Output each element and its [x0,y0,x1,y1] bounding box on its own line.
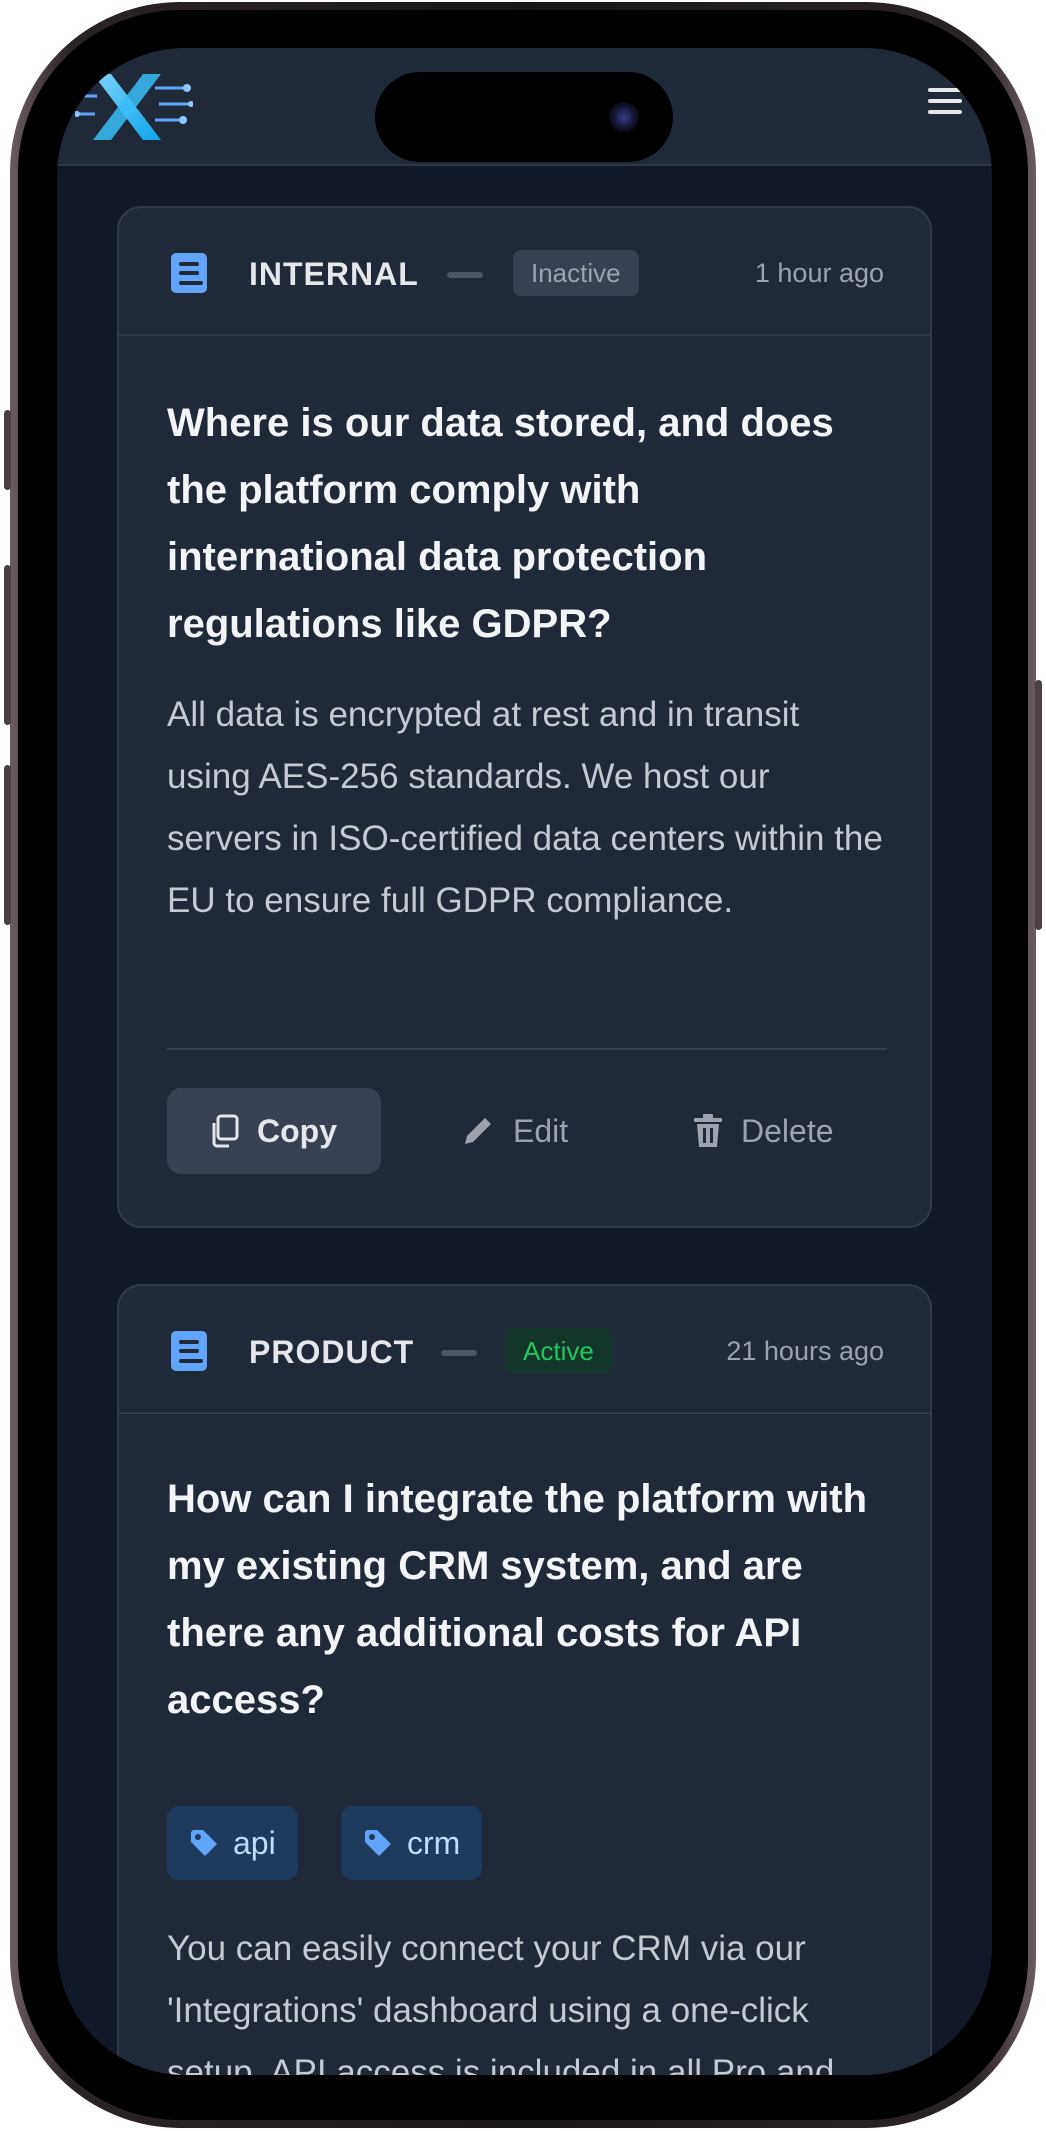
side-button [4,565,11,725]
app-screen: INTERNAL Inactive 1 hour ago Where is ou… [57,48,992,2075]
status-badge: Active [505,1328,612,1374]
timestamp: 21 hours ago [726,1336,884,1366]
tag-icon [191,1830,217,1856]
answer-text: All data is encrypted at rest and in tra… [167,695,883,920]
card-header: INTERNAL Inactive 1 hour ago [119,208,930,336]
category-label: INTERNAL [249,256,419,292]
hamburger-menu-icon[interactable] [928,88,962,122]
status-badge: Inactive [513,250,639,296]
tag-chip[interactable]: api [167,1806,298,1880]
faq-card: INTERNAL Inactive 1 hour ago Where is ou… [117,206,932,1228]
separator-dash [441,1350,477,1356]
document-icon [171,253,207,293]
timestamp: 1 hour ago [754,258,884,288]
delete-label: Delete [741,1112,834,1149]
copy-label: Copy [257,1112,337,1149]
copy-button[interactable]: Copy [167,1088,381,1174]
delete-button[interactable]: Delete [693,1088,863,1174]
side-button [1035,680,1042,930]
edit-label: Edit [513,1112,569,1149]
card-header: PRODUCT Active 21 hours ago [119,1286,930,1414]
divider [167,1048,887,1050]
tag-icon [365,1830,391,1856]
document-icon [171,1331,207,1371]
category-label: PRODUCT [249,1334,415,1370]
edit-button[interactable]: Edit [461,1088,601,1174]
tag-label: crm [407,1824,461,1861]
question-title: Where is our data stored, and does the p… [167,401,834,646]
trash-icon [694,1114,722,1147]
answer-text: You can easily connect your CRM via our … [167,1929,835,2075]
side-button [4,765,11,925]
tag-chip[interactable]: crm [341,1806,483,1880]
dynamic-island [375,72,673,162]
separator-dash [447,272,483,278]
tag-label: api [233,1824,276,1861]
camera-icon [609,102,639,132]
copy-icon [212,1114,239,1148]
side-button [4,410,11,490]
pencil-icon [465,1118,491,1144]
logo-icon[interactable] [75,66,193,148]
faq-card: PRODUCT Active 21 hours ago How can I in… [117,1284,932,2075]
question-title: How can I integrate the platform with my… [167,1477,868,1722]
